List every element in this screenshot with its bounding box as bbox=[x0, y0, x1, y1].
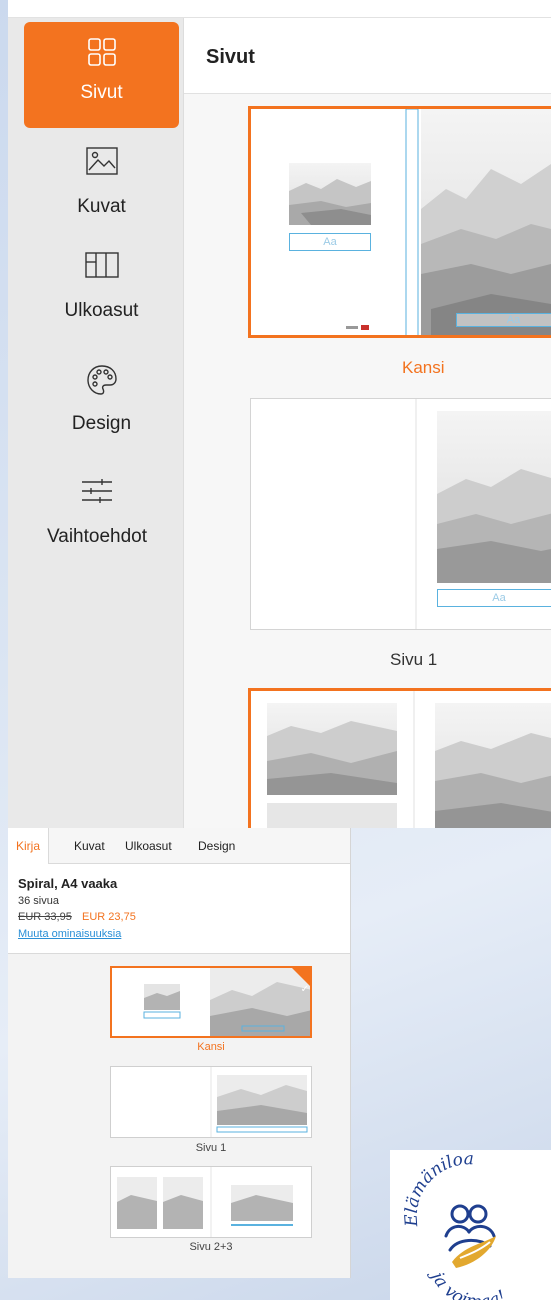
tab-design[interactable]: Design bbox=[198, 839, 235, 853]
sidebar-item-sivut[interactable]: Sivut bbox=[24, 22, 179, 128]
layout-icon bbox=[24, 250, 179, 286]
sidebar: Sivut Kuvat Ulkoasut Design Vaihtoehdot bbox=[8, 18, 183, 828]
thumbnail-sivu-1[interactable] bbox=[110, 1066, 312, 1138]
pages-panel: Sivut Aa Aa Kansi Aa Sivu 1 bbox=[183, 18, 551, 828]
sidebar-item-label: Kuvat bbox=[77, 196, 126, 217]
front-cover-text-frame[interactable]: Aa bbox=[456, 313, 551, 327]
thumbnail-kansi[interactable]: ✓ bbox=[110, 966, 312, 1038]
tab-kuvat[interactable]: Kuvat bbox=[74, 839, 105, 853]
thumbnail-label-kansi: Kansi bbox=[197, 1041, 225, 1053]
page-1-thumbnail-preview bbox=[210, 1067, 308, 1137]
top-toolbar-strip bbox=[8, 0, 551, 18]
editor-sidebar-panel: Kirja Kuvat Ulkoasut Design Spiral, A4 v… bbox=[8, 828, 351, 1278]
sidebar-item-vaihtoehdot[interactable]: Vaihtoehdot bbox=[12, 476, 182, 548]
page-2-3-thumbnail-preview bbox=[117, 1167, 293, 1237]
panel-header: Sivut bbox=[184, 18, 551, 94]
back-cover-text-frame[interactable]: Aa bbox=[289, 233, 371, 251]
thumbnail-sivu-2-3[interactable] bbox=[110, 1166, 312, 1238]
thumbnail-label-sivu-2-3: Sivu 2+3 bbox=[189, 1241, 233, 1253]
sidebar-item-label: Ulkoasut bbox=[64, 300, 139, 321]
page-title: Sivut bbox=[206, 46, 255, 68]
new-price: EUR 23,75 bbox=[82, 911, 136, 923]
spread-label-kansi: Kansi bbox=[402, 358, 445, 377]
tab-kirja[interactable]: Kirja bbox=[8, 828, 50, 865]
logo-emblem: Elämäniloa ja voimaa! bbox=[401, 1149, 509, 1300]
pages-grid-icon bbox=[24, 36, 179, 74]
spread-label-sivu-1: Sivu 1 bbox=[390, 650, 438, 669]
svg-text:Elämäniloa: Elämäniloa bbox=[401, 1150, 473, 1228]
spread-kansi[interactable]: Aa Aa bbox=[248, 106, 551, 338]
sidebar-item-kuvat[interactable]: Kuvat bbox=[24, 146, 179, 218]
sliders-icon bbox=[12, 476, 182, 512]
page-2-3-spread-preview bbox=[267, 691, 551, 828]
sidebar-item-label: Design bbox=[71, 413, 132, 434]
sidebar-item-label: Sivut bbox=[80, 82, 123, 103]
cover-spread-preview bbox=[289, 109, 551, 335]
product-name: Spiral, A4 vaaka bbox=[18, 876, 118, 891]
palette-icon bbox=[24, 363, 179, 403]
sidebar-item-label: Vaihtoehdot bbox=[46, 526, 147, 547]
spread-sivu-1[interactable]: Aa bbox=[250, 398, 551, 630]
logo-text-top: Elämäniloa bbox=[401, 1149, 473, 1228]
tab-bar: Kirja Kuvat Ulkoasut Design bbox=[8, 828, 350, 865]
sidebar-item-design[interactable]: Design bbox=[24, 363, 179, 435]
tab-ulkoasut[interactable]: Ulkoasut bbox=[125, 839, 172, 853]
image-icon bbox=[24, 146, 179, 182]
logo-text-bottom: ja voimaa! bbox=[425, 1265, 509, 1300]
svg-text:ja voimaa!: ja voimaa! bbox=[425, 1265, 509, 1300]
change-properties-link[interactable]: Muuta ominaisuuksia bbox=[18, 928, 121, 940]
spread-sivu-2-3[interactable] bbox=[248, 688, 551, 828]
product-info: Spiral, A4 vaaka 36 sivua EUR 33,95 EUR … bbox=[8, 864, 350, 954]
thumbnail-label-sivu-1: Sivu 1 bbox=[195, 1142, 227, 1154]
sidebar-item-ulkoasut[interactable]: Ulkoasut bbox=[24, 250, 179, 322]
selected-check-icon: ✓ bbox=[292, 968, 310, 995]
page-count: 36 sivua bbox=[18, 895, 59, 907]
elamaniloa-logo: Elämäniloa ja voimaa! bbox=[390, 1149, 551, 1300]
cover-thumbnail-preview bbox=[143, 968, 310, 1036]
editor-window: Sivut Kuvat Ulkoasut Design Vaihtoehdot … bbox=[8, 0, 551, 828]
page-1-text-frame[interactable]: Aa bbox=[437, 589, 551, 607]
old-price: EUR 33,95 bbox=[18, 911, 72, 923]
